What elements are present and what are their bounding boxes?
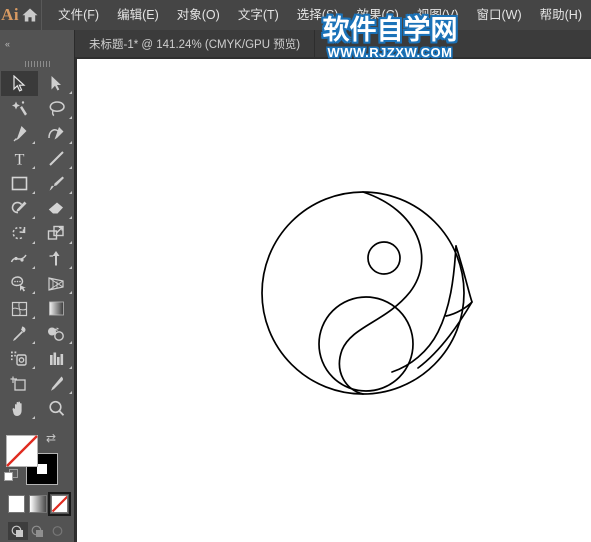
curvature-tool[interactable] bbox=[38, 121, 75, 146]
menu-window[interactable]: 窗口(W) bbox=[468, 0, 531, 30]
tool-flyout-indicator bbox=[31, 191, 35, 194]
tool-flyout-indicator bbox=[31, 316, 35, 319]
draw-behind-mode[interactable] bbox=[28, 522, 48, 540]
tool-flyout-indicator bbox=[68, 366, 72, 369]
tool-flyout-indicator bbox=[31, 216, 35, 219]
tool-flyout-indicator bbox=[31, 241, 35, 244]
menu-item-list: 文件(F) 编辑(E) 对象(O) 文字(T) 选择(S) 效果(C) 视图(V… bbox=[49, 0, 591, 30]
color-mode-color[interactable] bbox=[8, 495, 26, 513]
tool-flyout-indicator bbox=[31, 166, 35, 169]
paintbrush-tool[interactable] bbox=[38, 171, 75, 196]
artboard-tool[interactable] bbox=[1, 371, 38, 396]
document-tab[interactable]: 未标题-1* @ 141.24% (CMYK/GPU 预览) bbox=[75, 30, 316, 57]
slice-tool[interactable] bbox=[38, 371, 75, 396]
svg-text:T: T bbox=[14, 152, 24, 168]
menu-effect[interactable]: 效果(C) bbox=[347, 0, 407, 30]
symbol-sprayer-tool[interactable] bbox=[1, 346, 38, 371]
tool-flyout-indicator bbox=[31, 366, 35, 369]
tool-flyout-indicator bbox=[68, 191, 72, 194]
tool-flyout-indicator bbox=[68, 166, 72, 169]
color-mode-none[interactable] bbox=[47, 492, 72, 516]
home-icon[interactable] bbox=[20, 0, 40, 30]
magic-wand-tool[interactable] bbox=[1, 96, 38, 121]
menu-type[interactable]: 文字(T) bbox=[229, 0, 288, 30]
direct-selection-tool[interactable] bbox=[38, 71, 75, 96]
lasso-tool[interactable] bbox=[38, 96, 75, 121]
tool-flyout-indicator bbox=[68, 266, 72, 269]
free-transform-tool[interactable] bbox=[38, 246, 75, 271]
tool-flyout-indicator bbox=[31, 266, 35, 269]
fill-stroke-control: ⇄ bbox=[4, 405, 68, 485]
tool-flyout-indicator bbox=[68, 116, 72, 119]
draw-inside-mode[interactable] bbox=[48, 522, 68, 540]
color-mode-row bbox=[8, 492, 72, 516]
default-fill-stroke-icon[interactable] bbox=[4, 469, 19, 484]
none-slash-icon bbox=[6, 435, 38, 467]
mesh-tool[interactable] bbox=[1, 296, 38, 321]
tool-flyout-indicator bbox=[68, 241, 72, 244]
selection-tool[interactable] bbox=[0, 71, 38, 96]
width-tool[interactable] bbox=[1, 246, 38, 271]
fill-swatch[interactable] bbox=[6, 435, 38, 467]
tool-flyout-indicator bbox=[31, 341, 35, 344]
menu-help[interactable]: 帮助(H) bbox=[531, 0, 591, 30]
type-tool[interactable]: T bbox=[1, 146, 38, 171]
menu-bar: Ai 文件(F) 编辑(E) 对象(O) 文字(T) 选择(S) 效果(C) 视… bbox=[0, 0, 591, 30]
shaper-tool[interactable] bbox=[1, 196, 38, 221]
tool-flyout-indicator bbox=[68, 291, 72, 294]
menu-edit[interactable]: 编辑(E) bbox=[108, 0, 168, 30]
app-logo: Ai bbox=[1, 5, 20, 24]
illustrator-window: Ai 文件(F) 编辑(E) 对象(O) 文字(T) 选择(S) 效果(C) 视… bbox=[0, 0, 591, 542]
menu-select[interactable]: 选择(S) bbox=[288, 0, 348, 30]
tool-flyout-indicator bbox=[68, 91, 72, 94]
canvas-area[interactable] bbox=[75, 57, 591, 542]
tool-flyout-indicator bbox=[68, 341, 72, 344]
column-graph-tool[interactable] bbox=[38, 346, 75, 371]
rotate-tool[interactable] bbox=[1, 221, 38, 246]
tools-panel-grip[interactable] bbox=[0, 57, 75, 71]
tools-panel: « T ⇄ bbox=[0, 30, 75, 542]
draw-normal-mode[interactable] bbox=[8, 522, 28, 540]
tools-panel-collapse[interactable]: « bbox=[0, 30, 75, 57]
eyedropper-tool[interactable] bbox=[1, 321, 38, 346]
tool-flyout-indicator bbox=[68, 391, 72, 394]
default-fill-box bbox=[4, 472, 13, 481]
yin-yang-path-drawing[interactable] bbox=[260, 180, 480, 410]
swap-fill-stroke-icon[interactable]: ⇄ bbox=[46, 431, 56, 445]
menu-divider bbox=[40, 0, 42, 30]
rectangle-tool[interactable] bbox=[1, 171, 38, 196]
draw-mode-row bbox=[8, 522, 68, 540]
tools-grid: T bbox=[0, 71, 75, 421]
line-segment-tool[interactable] bbox=[38, 146, 75, 171]
shape-builder-tool[interactable] bbox=[1, 271, 38, 296]
menu-file[interactable]: 文件(F) bbox=[49, 0, 108, 30]
grip-dots-icon bbox=[24, 61, 51, 67]
gradient-tool[interactable] bbox=[38, 296, 75, 321]
tool-flyout-indicator bbox=[31, 291, 35, 294]
menu-view[interactable]: 视图(V) bbox=[408, 0, 468, 30]
pen-tool[interactable] bbox=[1, 121, 38, 146]
perspective-grid-tool[interactable] bbox=[38, 271, 75, 296]
document-tab-bar: « 未标题-1* @ 141.24% (CMYK/GPU 预览) bbox=[0, 30, 591, 57]
menu-object[interactable]: 对象(O) bbox=[168, 0, 229, 30]
tool-flyout-indicator bbox=[31, 141, 35, 144]
tool-flyout-indicator bbox=[68, 141, 72, 144]
eraser-tool[interactable] bbox=[38, 196, 75, 221]
scale-tool[interactable] bbox=[38, 221, 75, 246]
blend-tool[interactable] bbox=[38, 321, 75, 346]
color-mode-gradient[interactable] bbox=[29, 495, 47, 513]
tool-flyout-indicator bbox=[68, 216, 72, 219]
